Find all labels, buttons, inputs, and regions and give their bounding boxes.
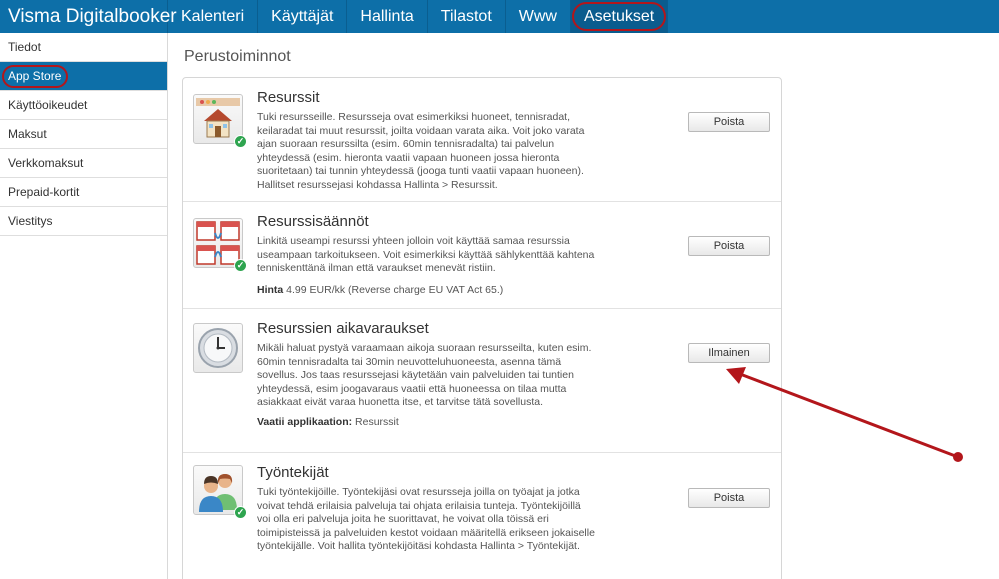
installed-check-icon: ✓ — [234, 506, 247, 519]
app-description: Tuki resursseille. Resursseja ovat esime… — [257, 111, 585, 191]
nav-tab-kalenteri[interactable]: Kalenteri — [168, 0, 259, 33]
price-value: 4.99 EUR/kk (Reverse charge EU VAT Act 6… — [286, 284, 504, 296]
sidebar-item-label: Maksut — [8, 127, 47, 141]
app-title: Työntekijät — [257, 464, 329, 481]
sidebar: Tiedot App Store Käyttöoikeudet Maksut V… — [0, 33, 168, 579]
app-title: Resurssit — [257, 89, 320, 106]
nav-tab-tilastot[interactable]: Tilastot — [428, 0, 506, 33]
sidebar-item-tiedot[interactable]: Tiedot — [0, 33, 167, 62]
main-content: Perustoiminnot ✓ Resurssit Tuki resursse… — [168, 33, 999, 579]
nav-tab-www[interactable]: Www — [506, 0, 571, 33]
house-icon: ✓ — [193, 94, 247, 148]
sidebar-item-label: Käyttöoikeudet — [8, 98, 88, 112]
installed-check-icon: ✓ — [234, 135, 247, 148]
nav-tab-kayttajat[interactable]: Käyttäjät — [258, 0, 348, 33]
installed-check-icon: ✓ — [234, 259, 247, 272]
app-price: Hinta 4.99 EUR/kk (Reverse charge EU VAT… — [257, 284, 503, 296]
sidebar-item-label: Viestitys — [8, 214, 53, 228]
sidebar-item-kayttooikeudet[interactable]: Käyttöoikeudet — [0, 91, 167, 120]
top-navigation: Visma Digitalbooker Kalenteri Käyttäjät … — [0, 0, 999, 33]
requirement-label: Vaatii applikaation: — [257, 416, 353, 428]
nav-tab-hallinta[interactable]: Hallinta — [347, 0, 428, 33]
remove-button-resurssit[interactable]: Poista — [688, 112, 770, 132]
app-description: Mikäli haluat pystyä varaamaan aikoja su… — [257, 342, 592, 409]
sidebar-item-prepaid-kortit[interactable]: Prepaid-kortit — [0, 178, 167, 207]
sidebar-item-viestitys[interactable]: Viestitys — [0, 207, 167, 236]
sidebar-item-verkkomaksut[interactable]: Verkkomaksut — [0, 149, 167, 178]
sidebar-item-label: Verkkomaksut — [8, 156, 84, 170]
app-row-resurssit: ✓ Resurssit Tuki resursseille. Resurssej… — [183, 78, 781, 202]
sidebar-item-label: Tiedot — [8, 40, 41, 54]
brand-logo[interactable]: Visma Digitalbooker — [0, 0, 177, 33]
sidebar-item-maksut[interactable]: Maksut — [0, 120, 167, 149]
app-list-panel: ✓ Resurssit Tuki resursseille. Resurssej… — [182, 77, 782, 579]
remove-button-resurssisaannot[interactable]: Poista — [688, 236, 770, 256]
section-title: Perustoiminnot — [184, 48, 291, 65]
sidebar-item-label: App Store — [8, 69, 62, 83]
linked-calendars-icon: ✓ — [193, 218, 247, 272]
sidebar-item-app-store[interactable]: App Store — [0, 62, 167, 91]
app-row-resurssisaannot: ✓ Resurssisäännöt Linkitä useampi resurs… — [183, 202, 781, 309]
app-title: Resurssien aikavaraukset — [257, 320, 429, 337]
app-requirement: Vaatii applikaation: Resurssit — [257, 416, 399, 428]
remove-button-tyontekijat[interactable]: Poista — [688, 488, 770, 508]
clock-icon — [193, 323, 243, 373]
app-title: Resurssisäännöt — [257, 213, 369, 230]
price-label: Hinta — [257, 284, 284, 296]
employees-icon: ✓ — [193, 465, 247, 519]
app-row-tyontekijat: ✓ Työntekijät Tuki työntekijöille. Työnt… — [183, 453, 781, 579]
nav-tab-asetukset[interactable]: Asetukset — [570, 0, 669, 33]
app-row-resurssien-aikavaraukset: Resurssien aikavaraukset Mikäli haluat p… — [183, 309, 781, 453]
app-description: Linkitä useampi resurssi yhteen jolloin … — [257, 235, 595, 275]
app-description: Tuki työntekijöille. Työntekijäsi ovat r… — [257, 486, 595, 553]
sidebar-item-label: Prepaid-kortit — [8, 185, 80, 199]
free-install-button[interactable]: Ilmainen — [688, 343, 770, 363]
requirement-value: Resurssit — [355, 416, 399, 428]
